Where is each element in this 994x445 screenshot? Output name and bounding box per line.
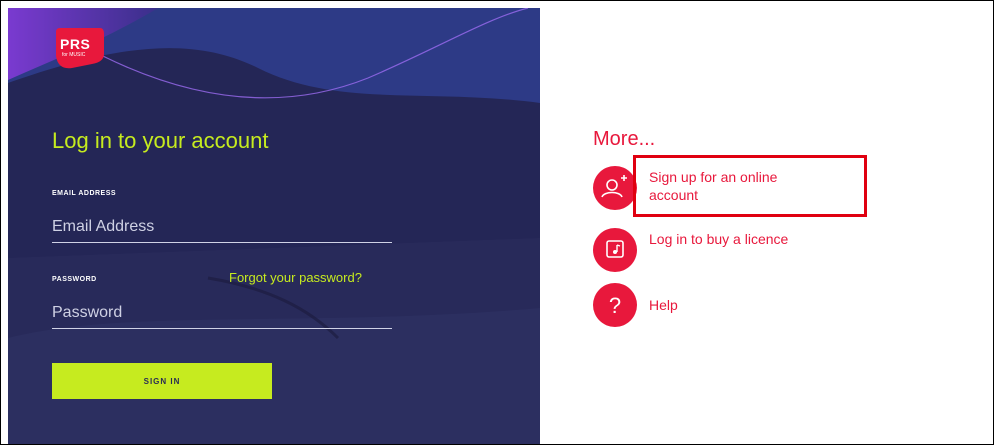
logo-tagline: for MUSIC <box>62 52 86 58</box>
login-title: Log in to your account <box>52 128 269 153</box>
password-field[interactable] <box>52 304 392 329</box>
logo-text: PRS <box>60 36 91 52</box>
add-user-icon <box>593 166 637 210</box>
login-panel: PRS for MUSIC Log in to your account EMA… <box>8 8 540 444</box>
music-licence-icon <box>593 228 637 272</box>
forgot-password-link[interactable]: Forgot your password? <box>229 270 362 285</box>
svg-text:?: ? <box>609 293 621 318</box>
buy-licence-link[interactable]: Log in to buy a licence <box>593 228 833 272</box>
help-label: Help <box>649 297 678 313</box>
email-label: EMAIL ADDRESS <box>52 190 117 197</box>
help-link[interactable]: ? Help <box>593 283 833 327</box>
sign-in-button[interactable]: SIGN IN <box>52 363 272 399</box>
password-label: PASSWORD <box>52 276 97 283</box>
more-title: More... <box>593 128 656 150</box>
question-icon: ? <box>593 283 637 327</box>
highlight-box <box>633 155 867 217</box>
email-field[interactable] <box>52 218 392 243</box>
buy-licence-label: Log in to buy a licence <box>649 231 789 247</box>
